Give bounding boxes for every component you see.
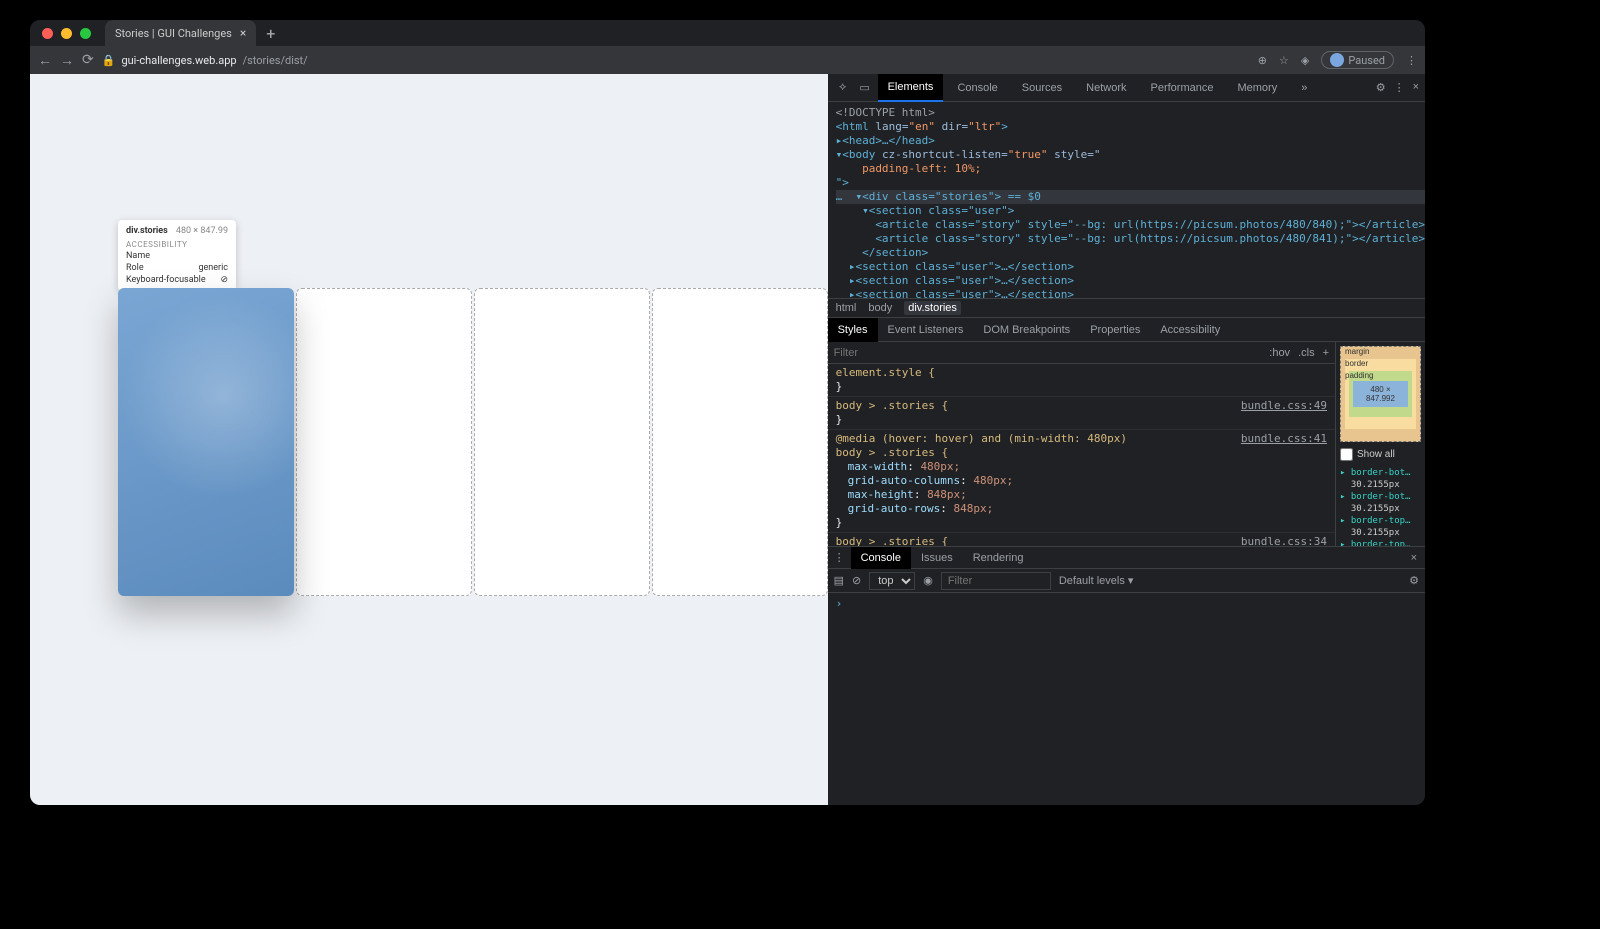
extension-icon[interactable]: ◈	[1301, 54, 1309, 67]
back-icon[interactable]: ←	[38, 52, 52, 69]
clear-console-icon[interactable]: ⊘	[852, 574, 861, 587]
forward-icon[interactable]: →	[60, 52, 74, 69]
lock-icon: 🔒	[102, 54, 116, 67]
drawer-tabs: ⋮ Console Issues Rendering ×	[828, 547, 1425, 569]
styles-pane[interactable]: :hov .cls + element.style {}bundle.css:4…	[828, 342, 1335, 546]
computed-row[interactable]: ▸ border-bot… 30.2155px	[1340, 467, 1421, 491]
rule-selector[interactable]: element.style {	[836, 366, 1327, 380]
show-all-checkbox[interactable]: Show all	[1340, 448, 1421, 461]
declaration[interactable]: max-width: 480px;	[836, 460, 1327, 474]
url-field[interactable]: 🔒 gui-challenges.web.app/stories/dist/	[102, 54, 1250, 67]
tab-console[interactable]: Console	[947, 74, 1007, 102]
box-model[interactable]: margin border padding 480 × 847.992	[1340, 346, 1421, 442]
tab-sources[interactable]: Sources	[1012, 74, 1072, 102]
browser-window: Stories | GUI Challenges × + ← → ⟳ 🔒 gui…	[30, 20, 1425, 805]
console-body[interactable]: ›	[828, 593, 1425, 805]
tab-title: Stories | GUI Challenges	[115, 27, 232, 40]
computed-pane: margin border padding 480 × 847.992 Show…	[1335, 342, 1425, 546]
window-controls	[30, 28, 91, 39]
styles-tabs: Styles Event Listeners DOM Breakpoints P…	[828, 318, 1425, 342]
dom-tree[interactable]: <!DOCTYPE html> <html lang="en" dir="ltr…	[828, 102, 1425, 298]
context-select[interactable]: top	[869, 572, 915, 590]
console-prompt: ›	[836, 597, 843, 610]
avatar-icon	[1330, 53, 1344, 67]
styles-filter-input[interactable]	[834, 347, 1262, 359]
declaration[interactable]: grid-auto-rows: 848px;	[836, 502, 1327, 516]
maximize-icon[interactable]	[80, 28, 91, 39]
tab-network[interactable]: Network	[1076, 74, 1136, 102]
eye-icon[interactable]: ◉	[923, 574, 933, 587]
new-tab-button[interactable]: +	[256, 24, 275, 43]
close-icon[interactable]	[42, 28, 53, 39]
crumb-current[interactable]: div.stories	[904, 301, 961, 315]
crumb-body[interactable]: body	[868, 302, 892, 314]
stories-container[interactable]	[118, 288, 828, 596]
tab-more[interactable]: »	[1291, 74, 1317, 102]
subtab-styles[interactable]: Styles	[828, 318, 878, 342]
drawer-menu-icon[interactable]: ⋮	[828, 551, 851, 564]
computed-row[interactable]: ▸ border-top… 30.2155px	[1340, 539, 1421, 547]
console-gear-icon[interactable]: ⚙	[1409, 574, 1419, 587]
new-rule-button[interactable]: +	[1323, 347, 1329, 359]
console-toolbar: ▤ ⊘ top ◉ Default levels ▾ ⚙	[828, 569, 1425, 593]
cls-toggle[interactable]: .cls	[1298, 347, 1315, 359]
url-host: gui-challenges.web.app	[121, 54, 236, 67]
browser-tab[interactable]: Stories | GUI Challenges ×	[105, 20, 256, 46]
source-link[interactable]: bundle.css:34	[1241, 535, 1327, 546]
hov-toggle[interactable]: :hov	[1269, 347, 1290, 359]
search-icon[interactable]: ⊕	[1258, 54, 1267, 67]
levels-dropdown[interactable]: Default levels ▾	[1059, 574, 1134, 587]
inspect-tooltip: div.stories480 × 847.99 ACCESSIBILITY Na…	[118, 220, 236, 291]
devtools-tabs: ⟡ ▭ Elements Console Sources Network Per…	[828, 74, 1425, 102]
url-bar: ← → ⟳ 🔒 gui-challenges.web.app/stories/d…	[30, 46, 1425, 74]
breadcrumb: html body div.stories	[828, 298, 1425, 318]
subtab-properties[interactable]: Properties	[1080, 318, 1150, 342]
inspect-icon[interactable]: ⟡	[834, 81, 852, 94]
story-card[interactable]	[118, 288, 294, 596]
story-card[interactable]	[296, 288, 472, 596]
url-path: /stories/dist/	[243, 54, 308, 67]
crumb-html[interactable]: html	[836, 302, 857, 314]
declaration[interactable]: max-height: 848px;	[836, 488, 1327, 502]
subtab-dom-breakpoints[interactable]: DOM Breakpoints	[973, 318, 1080, 342]
drawer-tab-issues[interactable]: Issues	[911, 547, 963, 569]
console-filter-input[interactable]	[941, 572, 1051, 590]
declaration[interactable]: grid-auto-columns: 480px;	[836, 474, 1327, 488]
bookmark-icon[interactable]: ☆	[1279, 54, 1289, 67]
menu-icon[interactable]: ⋮	[1406, 54, 1417, 67]
drawer-tab-console[interactable]: Console	[851, 547, 911, 569]
titlebar: Stories | GUI Challenges × +	[30, 20, 1425, 46]
kebab-icon[interactable]: ⋮	[1394, 81, 1405, 94]
gear-icon[interactable]: ⚙	[1376, 81, 1386, 94]
console-sidebar-icon[interactable]: ▤	[834, 574, 844, 587]
source-link[interactable]: bundle.css:41	[1241, 432, 1327, 446]
minimize-icon[interactable]	[61, 28, 72, 39]
devtools-panel: ⟡ ▭ Elements Console Sources Network Per…	[828, 74, 1425, 805]
page-viewport: div.stories480 × 847.99 ACCESSIBILITY Na…	[30, 74, 828, 805]
tab-elements[interactable]: Elements	[878, 74, 944, 102]
tab-performance[interactable]: Performance	[1141, 74, 1224, 102]
story-card[interactable]	[474, 288, 650, 596]
source-link[interactable]: bundle.css:49	[1241, 399, 1327, 413]
selected-dom-node[interactable]: … ▾<div class="stories"> == $0	[836, 190, 1425, 204]
subtab-event-listeners[interactable]: Event Listeners	[878, 318, 974, 342]
computed-row[interactable]: ▸ border-bot… 30.2155px	[1340, 491, 1421, 515]
drawer-tab-rendering[interactable]: Rendering	[963, 547, 1034, 569]
close-tab-icon[interactable]: ×	[240, 26, 246, 40]
close-drawer-icon[interactable]: ×	[1403, 552, 1425, 564]
computed-row[interactable]: ▸ border-top… 30.2155px	[1340, 515, 1421, 539]
story-card[interactable]	[652, 288, 828, 596]
tab-memory[interactable]: Memory	[1227, 74, 1287, 102]
reload-icon[interactable]: ⟳	[82, 52, 94, 68]
close-devtools-icon[interactable]: ×	[1413, 81, 1419, 94]
device-icon[interactable]: ▭	[856, 81, 874, 94]
profile-paused[interactable]: Paused	[1321, 51, 1394, 69]
subtab-accessibility[interactable]: Accessibility	[1150, 318, 1230, 342]
